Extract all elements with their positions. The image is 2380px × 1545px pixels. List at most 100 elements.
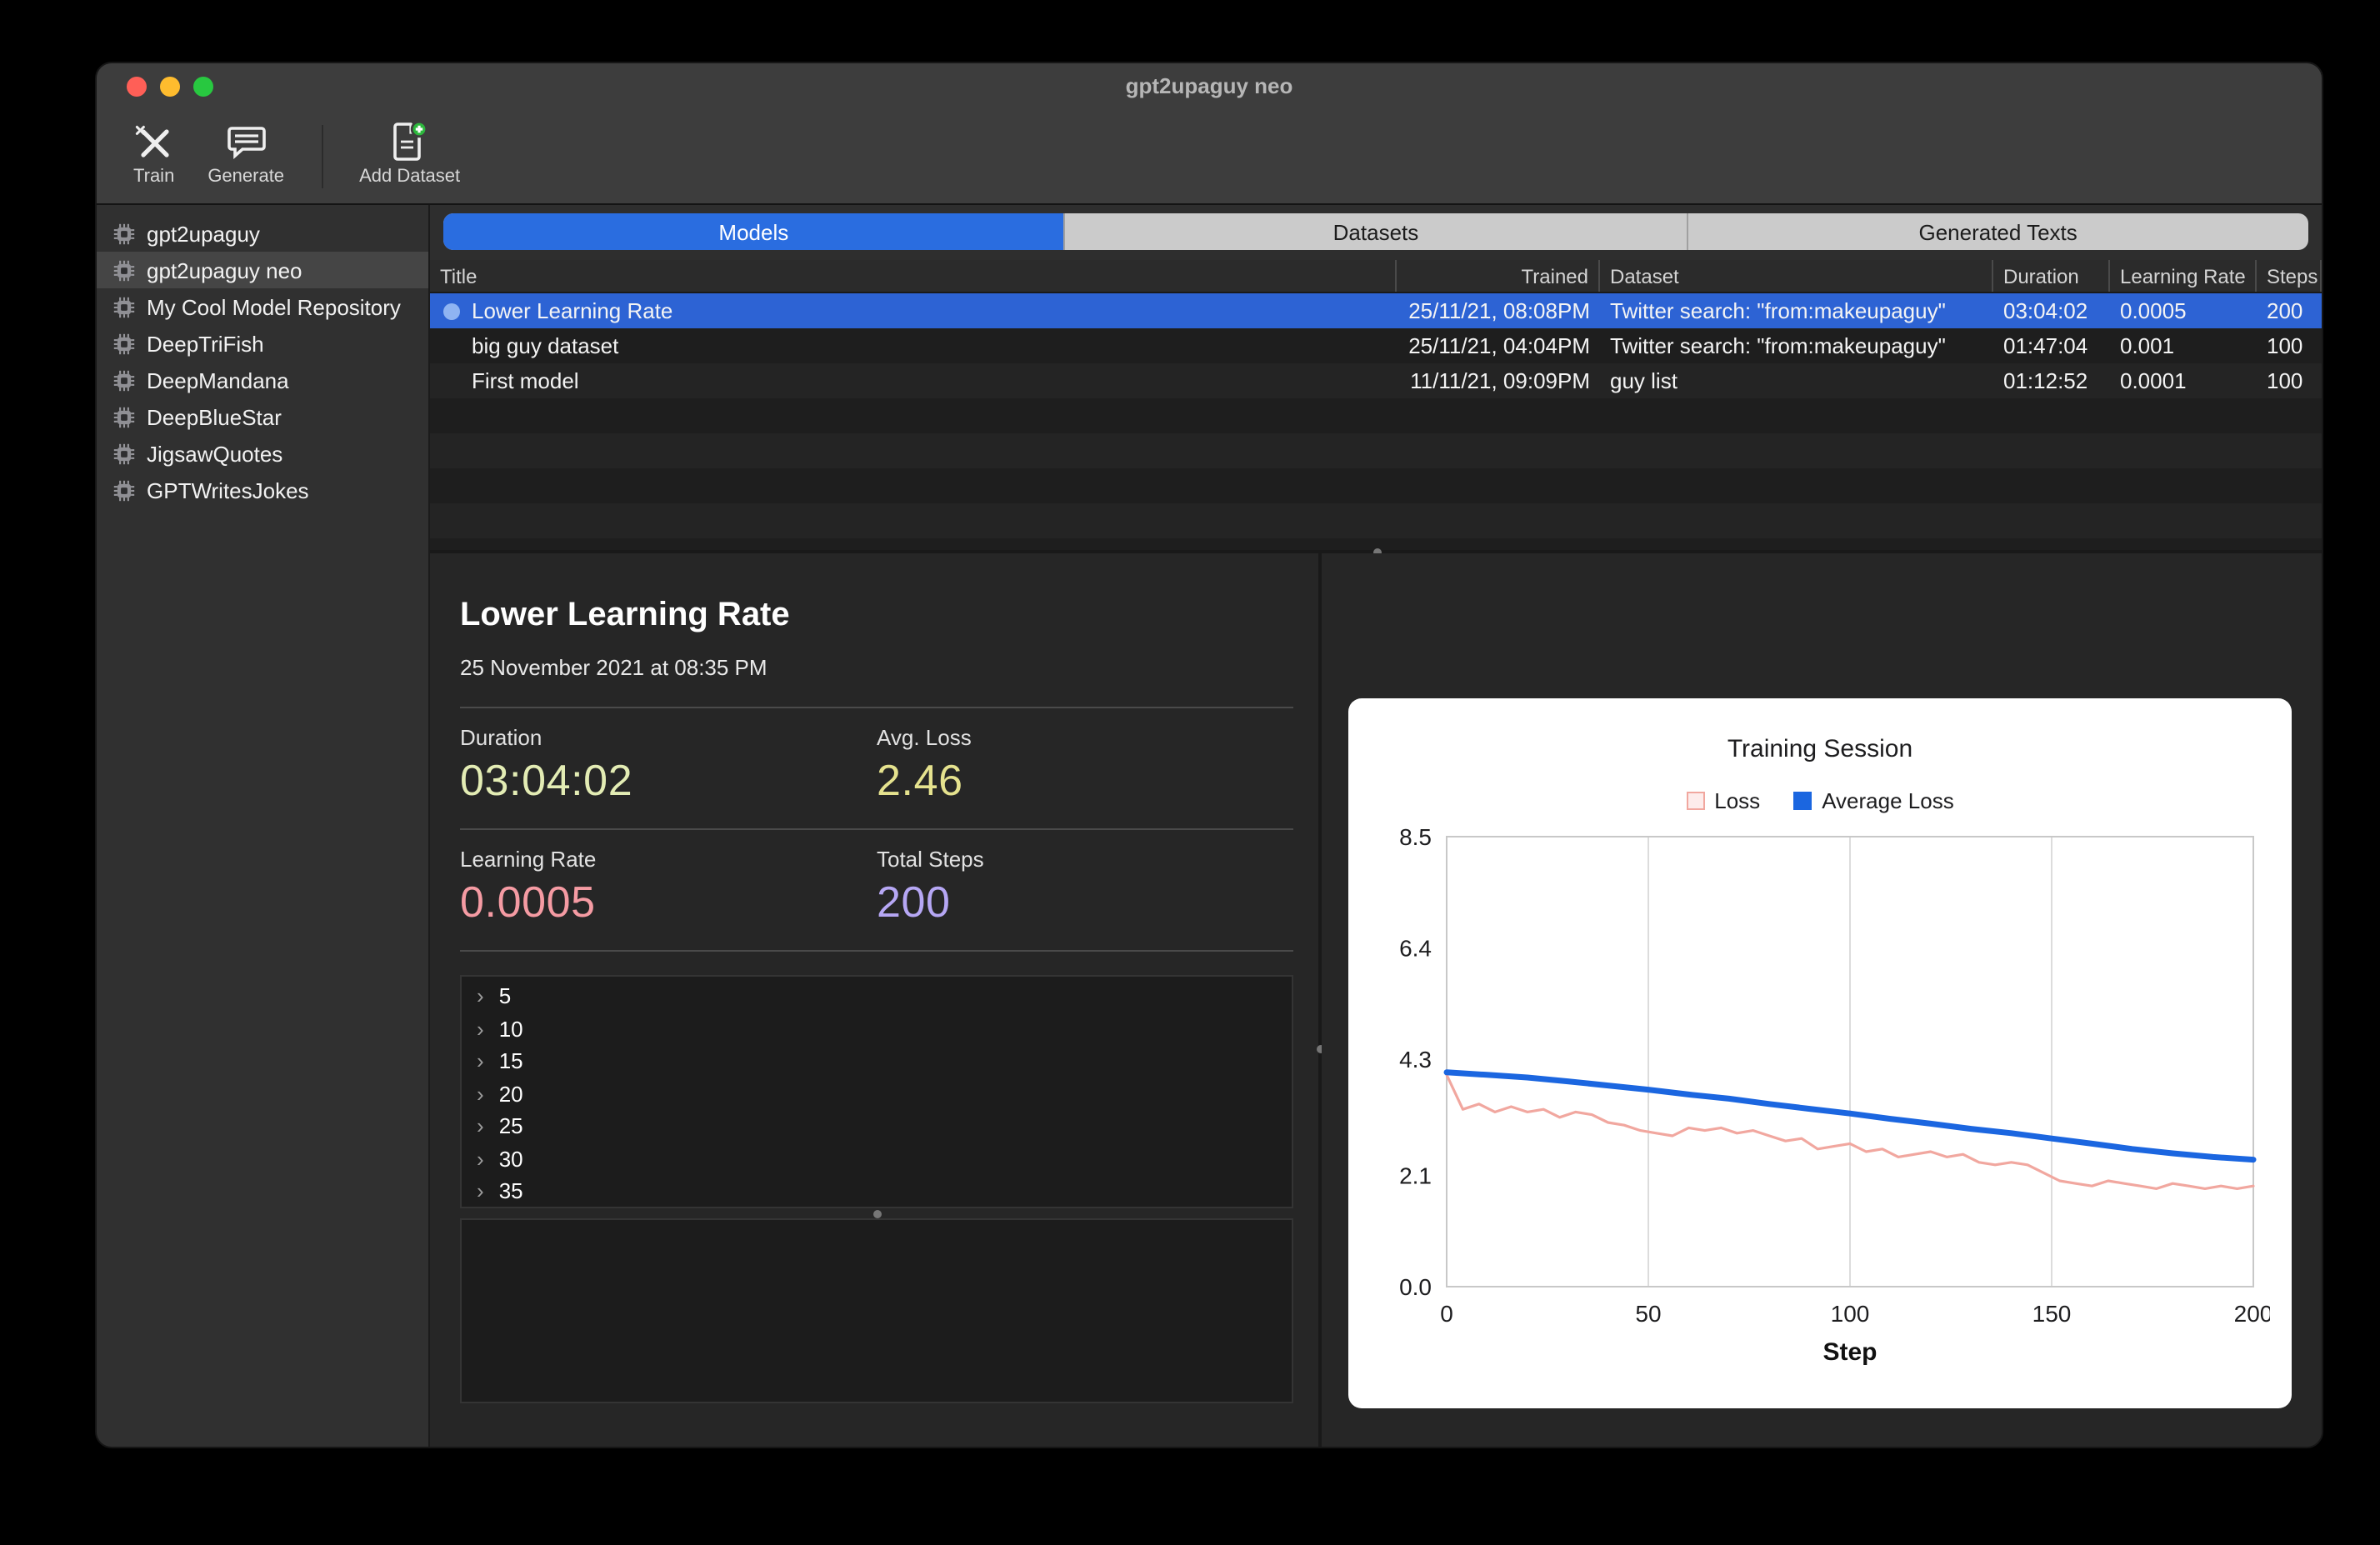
train-button[interactable]: Train — [117, 117, 191, 187]
stat-total-steps: Total Steps 200 — [877, 847, 1293, 928]
disclosure-chevron-icon[interactable]: › — [477, 1051, 484, 1072]
model-chip-icon — [113, 369, 135, 391]
svg-text:6.4: 6.4 — [1399, 935, 1432, 961]
sidebar-item-gpt2upaguy-neo[interactable]: gpt2upaguy neo — [97, 252, 428, 288]
step-label: 15 — [498, 1048, 523, 1074]
sidebar-item-label: JigsawQuotes — [147, 441, 283, 466]
window-title: gpt2upaguy neo — [1125, 73, 1293, 98]
step-label: 35 — [498, 1178, 523, 1204]
stat-label: Total Steps — [877, 847, 984, 872]
detail-inner-splitter[interactable] — [460, 1208, 1293, 1218]
disclosure-chevron-icon[interactable]: › — [477, 1148, 484, 1170]
column-header-steps[interactable]: Steps — [2257, 260, 2322, 292]
cell-dataset: Twitter search: "from:makeupaguy" — [1610, 298, 1946, 323]
step-list-item-10[interactable]: › 10 — [462, 1012, 1292, 1045]
svg-text:2.1: 2.1 — [1399, 1163, 1432, 1189]
status-dot — [443, 302, 460, 319]
step-label: 20 — [498, 1081, 523, 1107]
sidebar-item-gpt2upaguy[interactable]: gpt2upaguy — [97, 215, 428, 252]
column-header-dataset[interactable]: Dataset — [1600, 260, 1993, 292]
minimize-window-button[interactable] — [160, 77, 180, 97]
model-chip-icon — [113, 332, 135, 354]
tab-generated-texts[interactable]: Generated Texts — [1688, 213, 2308, 250]
tab-datasets[interactable]: Datasets — [1066, 213, 1688, 250]
sidebar-item-label: DeepMandana — [147, 368, 289, 392]
cell-dataset: guy list — [1610, 368, 1678, 393]
model-chip-icon — [113, 222, 135, 244]
table-row-lower-learning-rate[interactable]: Lower Learning Rate 25/11/21, 08:08PM Twit… — [430, 293, 2322, 328]
step-list-item-5[interactable]: › 5 — [462, 980, 1292, 1012]
sidebar-list: gpt2upaguy gpt2upaguy neo My Cool Model Re… — [97, 205, 430, 1447]
sidebar-item-label: DeepTriFish — [147, 331, 264, 356]
row-title-text: Lower Learning Rate — [472, 298, 673, 323]
models-section: Models Datasets Generated Texts Title Train… — [430, 205, 2322, 550]
sidebar-item-deepmandana[interactable]: DeepMandana — [97, 362, 428, 398]
disclosure-chevron-icon[interactable]: › — [477, 1018, 484, 1040]
zoom-window-button[interactable] — [193, 77, 213, 97]
generate-button[interactable]: Generate — [191, 117, 301, 187]
model-title: Lower Learning Rate — [460, 597, 790, 633]
step-list-item-20[interactable]: › 20 — [462, 1078, 1292, 1110]
stats-row: Learning Rate 0.0005 Total Steps 200 — [460, 830, 1293, 952]
disclosure-chevron-icon[interactable]: › — [477, 1181, 484, 1202]
column-header-title[interactable]: Title — [430, 260, 1397, 292]
sidebar-item-label: gpt2upaguy — [147, 221, 260, 246]
disclosure-chevron-icon[interactable]: › — [477, 1083, 484, 1105]
tab-models[interactable]: Models — [443, 213, 1066, 250]
sidebar-item-label: GPTWritesJokes — [147, 478, 309, 502]
cell-title: big guy dataset — [430, 328, 1397, 363]
svg-text:200: 200 — [2234, 1301, 2270, 1327]
titlebar[interactable]: gpt2upaguy neo — [97, 63, 2322, 110]
legend-item-average-loss: Average Loss — [1793, 788, 1954, 813]
add-dataset-label: Add Dataset — [359, 167, 461, 187]
step-list-item-35[interactable]: › 35 — [462, 1175, 1292, 1207]
traffic-lights — [127, 77, 213, 97]
sidebar-item-gptwritesjokes[interactable]: GPTWritesJokes — [97, 472, 428, 508]
disclosure-chevron-icon[interactable]: › — [477, 986, 484, 1008]
cell-duration: 01:12:52 — [2003, 368, 2088, 393]
chart-title: Training Session — [1727, 735, 1913, 763]
stat-label: Learning Rate — [460, 847, 597, 872]
legend-label: Average Loss — [1822, 788, 1954, 813]
sidebar-item-label: DeepBlueStar — [147, 404, 282, 429]
chart-svg: 0.0 2.1 4.3 6.4 8.5 0 50 100 150 200 Step — [1399, 827, 2270, 1366]
main-pane: Models Datasets Generated Texts Title Train… — [430, 205, 2322, 1447]
model-chip-icon — [113, 296, 135, 318]
model-chip-icon — [113, 406, 135, 428]
step-list-item-30[interactable]: › 30 — [462, 1142, 1292, 1175]
cell-learning-rate: 0.001 — [2120, 333, 2175, 358]
model-chip-icon — [113, 259, 135, 281]
close-window-button[interactable] — [127, 77, 147, 97]
column-header-learning-rate[interactable]: Learning Rate — [2110, 260, 2257, 292]
sidebar-item-deepbluestar[interactable]: DeepBlueStar — [97, 398, 428, 435]
steps-list[interactable]: › 5 › 10 › 15 › 20 › 25 › 30 › 35 — [460, 975, 1293, 1208]
stat-duration: Duration 03:04:02 — [460, 725, 877, 807]
step-label: 30 — [498, 1146, 523, 1172]
empty-row — [430, 433, 2322, 468]
step-list-item-25[interactable]: › 25 — [462, 1110, 1292, 1142]
stats-row: Duration 03:04:02 Avg. Loss 2.46 — [460, 708, 1293, 830]
cell-learning-rate: 0.0005 — [2120, 298, 2187, 323]
step-list-item-15[interactable]: › 15 — [462, 1045, 1292, 1078]
add-dataset-button[interactable]: Add Dataset — [342, 117, 477, 187]
sidebar-item-jigsawquotes[interactable]: JigsawQuotes — [97, 435, 428, 472]
cell-dataset: Twitter search: "from:makeupaguy" — [1610, 333, 1946, 358]
stat-value: 0.0005 — [460, 877, 596, 927]
legend-label: Loss — [1714, 788, 1761, 813]
table-row-first-model[interactable]: First model 11/11/21, 09:09PM guy list 01:1… — [430, 363, 2322, 398]
sidebar-item-deeptrifish[interactable]: DeepTriFish — [97, 325, 428, 362]
legend-swatch — [1793, 792, 1812, 810]
sample-output-box[interactable] — [460, 1218, 1293, 1403]
generate-label: Generate — [208, 167, 285, 187]
cell-duration: 03:04:02 — [2003, 298, 2088, 323]
cell-duration: 01:47:04 — [2003, 333, 2088, 358]
table-row-big-guy-dataset[interactable]: big guy dataset 25/11/21, 04:04PM Twitter … — [430, 328, 2322, 363]
detail-pane: Lower Learning Rate 25 November 2021 at … — [430, 553, 1318, 1447]
step-label: 25 — [498, 1113, 523, 1139]
splitter-handle[interactable] — [873, 1209, 882, 1218]
stat-label: Duration — [460, 725, 542, 750]
sidebar-item-my-cool-model-repository[interactable]: My Cool Model Repository — [97, 288, 428, 325]
column-header-trained[interactable]: Trained — [1397, 260, 1600, 292]
disclosure-chevron-icon[interactable]: › — [477, 1116, 484, 1138]
column-header-duration[interactable]: Duration — [1993, 260, 2110, 292]
